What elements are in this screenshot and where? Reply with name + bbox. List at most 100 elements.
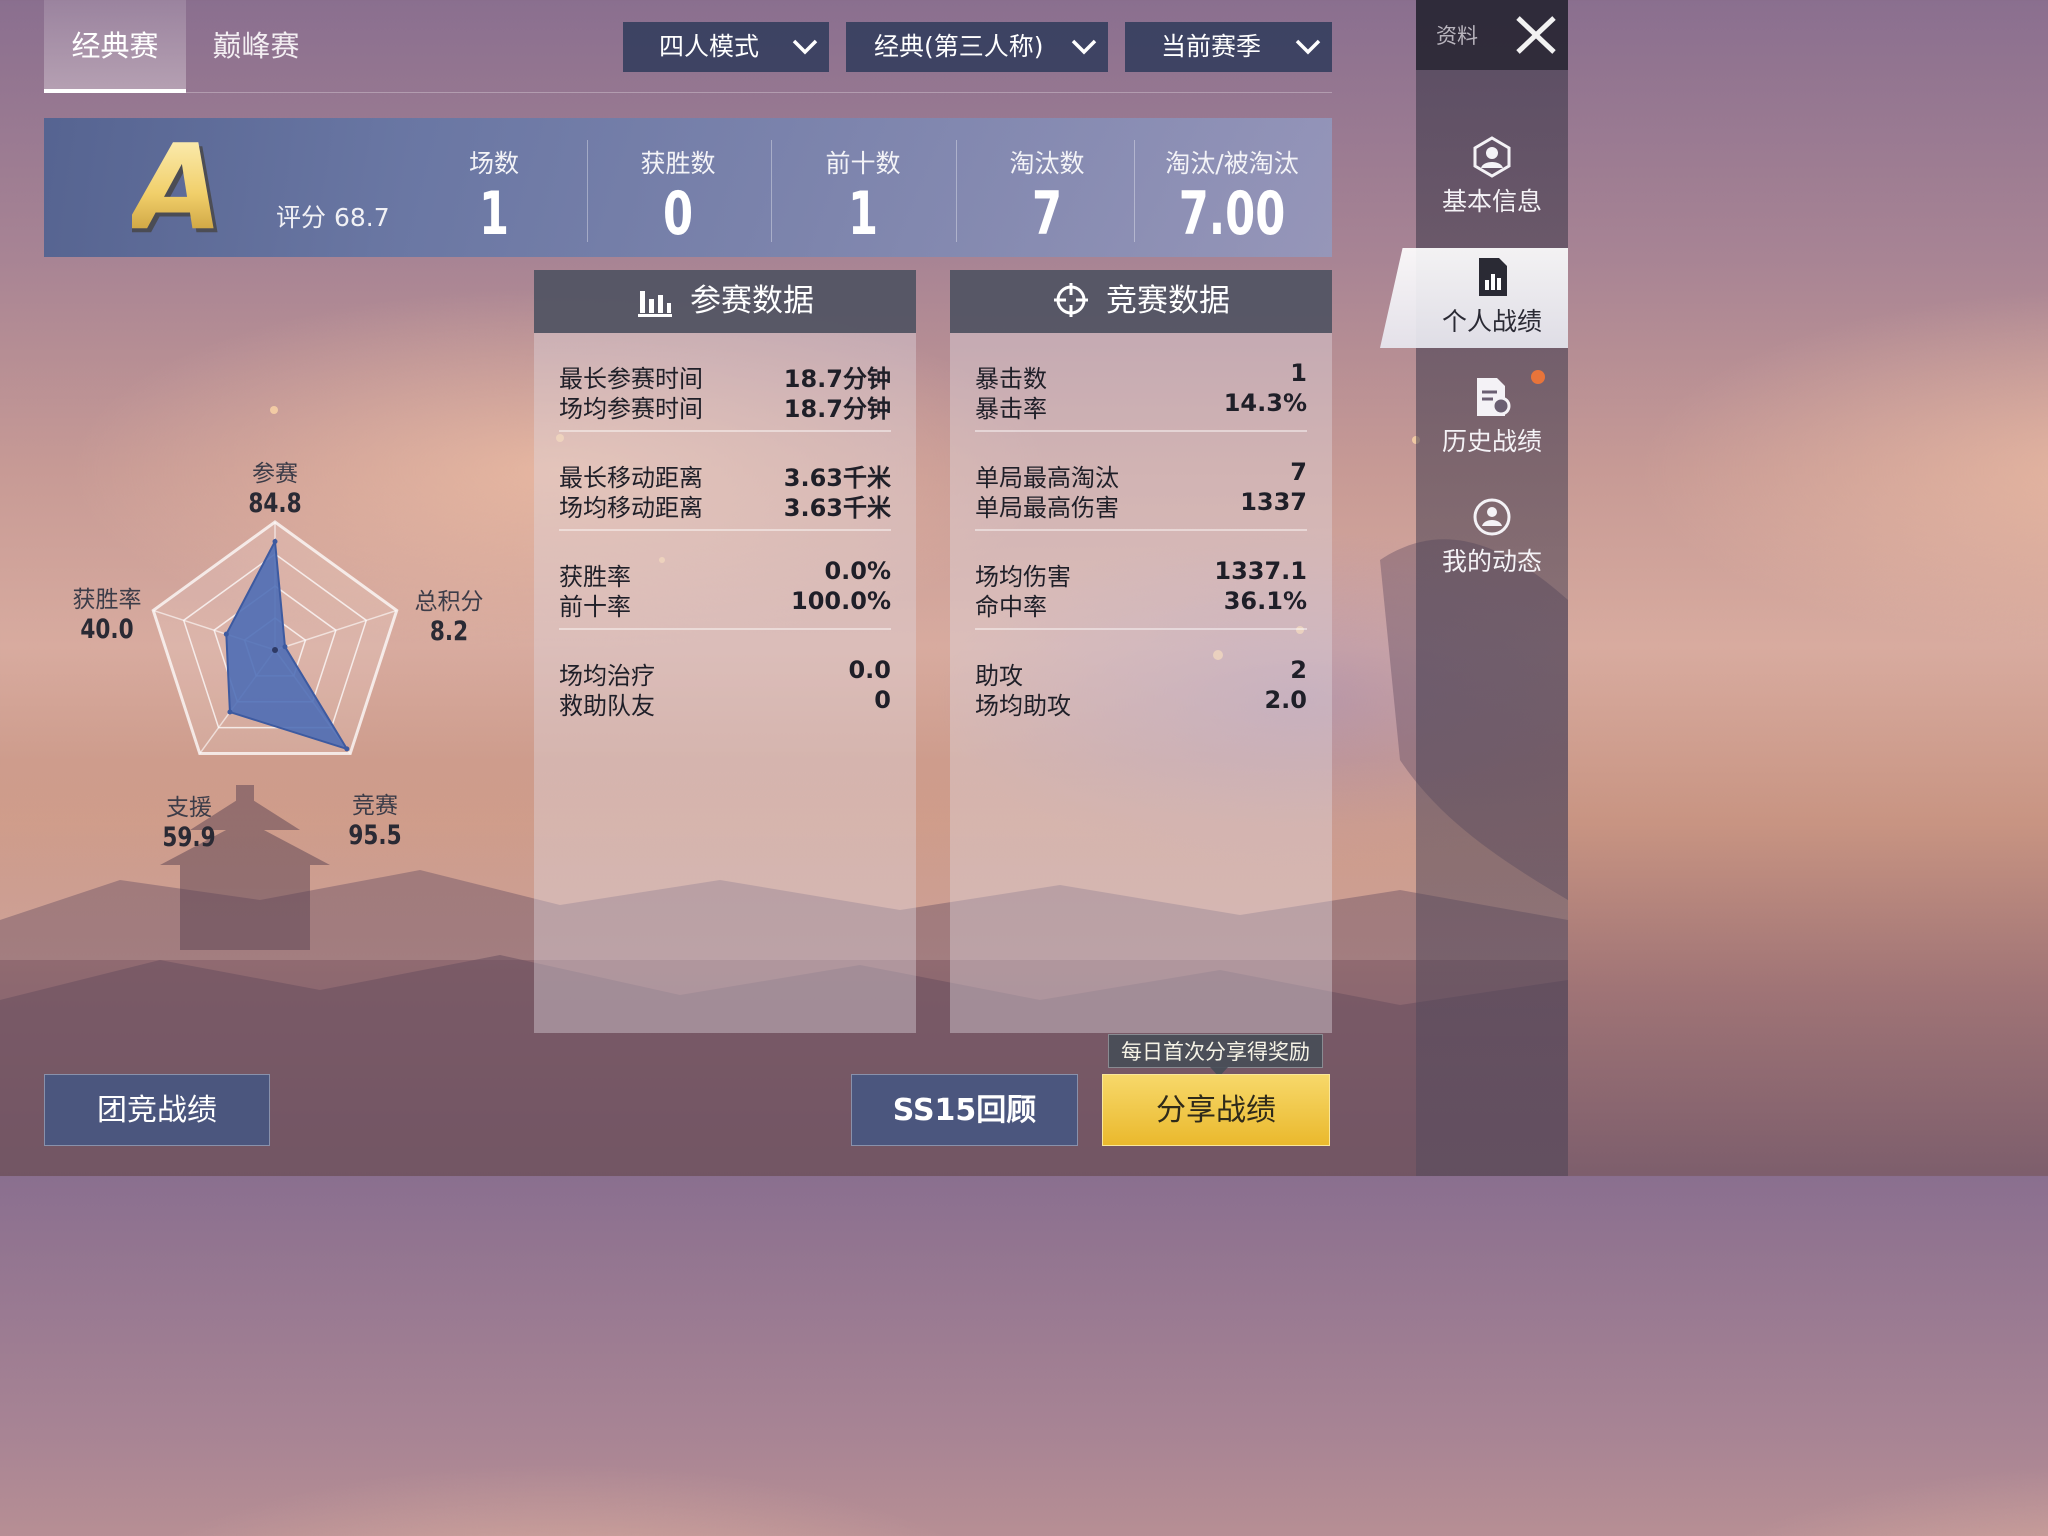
stat-row: 暴击率 14.3% (975, 389, 1307, 423)
stat-label: 前十数 (825, 149, 901, 178)
stat-row: 暴击数 1 (975, 359, 1307, 393)
stat-row: 获胜率 0.0% (559, 557, 891, 591)
stat-val: 0.0 (848, 656, 891, 684)
stat-value: 7.00 (1178, 179, 1286, 249)
season-dropdown[interactable]: 当前赛季 (1125, 22, 1332, 72)
tab-peak[interactable]: 巅峰赛 (186, 0, 326, 93)
stat-row: 最长参赛时间 18.7分钟 (559, 359, 891, 393)
perspective-dropdown[interactable]: 经典(第三人称) (846, 22, 1108, 72)
perspective-value: 经典(第三人称) (874, 32, 1044, 61)
stat-val: 3.63千米 (783, 494, 891, 522)
stat-key: 暴击率 (975, 395, 1047, 423)
stat-row: 救助队友 0 (559, 686, 891, 720)
sidebar-item-personal-stats[interactable]: 个人战绩 (1380, 248, 1568, 348)
stat-group: 场均伤害 1337.1 命中率 36.1% (975, 531, 1307, 630)
stat-row: 场均助攻 2.0 (975, 686, 1307, 720)
stat-label: 淘汰数 (1009, 149, 1085, 178)
radar-label-support: 支援 59.9 (162, 795, 216, 853)
stat-divider (587, 140, 588, 242)
stat-row: 场均移动距离 3.63千米 (559, 488, 891, 522)
sidebar-item-history[interactable]: 历史战绩 (1416, 376, 1568, 486)
stat-kills: 淘汰数 7 (987, 118, 1107, 257)
stat-val: 0.0% (824, 557, 891, 585)
sidebar-item-my-activity[interactable]: 我的动态 (1416, 496, 1568, 606)
stats-doc-icon (1479, 258, 1507, 296)
radar-label-win-rate: 获胜率 40.0 (72, 587, 142, 645)
stat-label: 淘汰/被淘汰 (1165, 149, 1299, 178)
close-icon[interactable] (1512, 12, 1560, 58)
stat-group: 最长移动距离 3.63千米 场均移动距离 3.63千米 (559, 432, 891, 531)
stat-value: 0 (662, 179, 694, 249)
radar-data-point (272, 538, 278, 544)
stat-key: 单局最高伤害 (975, 494, 1119, 522)
stat-val: 0 (874, 686, 891, 714)
sidebar-item-label: 个人战绩 (1441, 307, 1542, 336)
radar-center-dot (272, 647, 278, 653)
stat-key: 前十率 (559, 593, 631, 621)
chevron-down-icon (1071, 39, 1097, 55)
panel-header: 竞赛数据 (950, 270, 1332, 333)
stat-group: 场均治疗 0.0 救助队友 0 (559, 630, 891, 729)
team-mode-dropdown[interactable]: 四人模式 (623, 22, 829, 72)
bar-chart-icon (638, 290, 672, 317)
stat-value: 7 (1031, 179, 1063, 249)
share-reward-tip: 每日首次分享得奖励 (1108, 1034, 1323, 1068)
activity-icon (1473, 498, 1511, 536)
stat-key: 命中率 (975, 593, 1047, 621)
sidebar-item-label: 基本信息 (1441, 187, 1542, 216)
panel-header: 参赛数据 (534, 270, 916, 333)
stat-key: 场均助攻 (975, 692, 1071, 720)
stat-group: 单局最高淘汰 7 单局最高伤害 1337 (975, 432, 1307, 531)
stat-key: 救助队友 (559, 692, 655, 720)
radar-label-combat: 竞赛 95.5 (348, 793, 402, 851)
radar-data-point (227, 709, 233, 715)
stat-divider (771, 140, 772, 242)
stat-key: 场均移动距离 (559, 494, 703, 522)
participation-data-panel: 参赛数据 最长参赛时间 18.7分钟 场均参赛时间 18.7分钟 最长移动距离 3.6… (534, 270, 916, 1033)
tab-classic[interactable]: 经典赛 (44, 0, 186, 93)
ability-radar: 参赛 84.8 总积分 8.2 竞赛 95.5 支援 59.9 获胜率 40.0 (40, 440, 510, 870)
stat-value: 1 (478, 179, 510, 249)
sidebar-header-title: 资料 (1436, 24, 1478, 48)
stat-divider (956, 140, 957, 242)
svg-text:A: A (132, 124, 223, 244)
sidebar-item-label: 我的动态 (1441, 547, 1542, 576)
sidebar-item-label: 历史战绩 (1441, 427, 1542, 456)
stat-val: 7 (1290, 458, 1307, 486)
crosshair-icon (1054, 282, 1088, 317)
history-doc-icon (1477, 378, 1511, 416)
radar-label-total-score: 总积分 8.2 (414, 589, 484, 647)
stat-val: 1 (1290, 359, 1307, 387)
share-stats-button[interactable]: 分享战绩 (1102, 1074, 1330, 1146)
panel-title: 参赛数据 (690, 283, 814, 319)
stat-row: 场均参赛时间 18.7分钟 (559, 389, 891, 423)
stat-row: 单局最高淘汰 7 (975, 458, 1307, 492)
stat-key: 场均参赛时间 (559, 395, 703, 423)
stat-row: 场均伤害 1337.1 (975, 557, 1307, 591)
radar-data-point (282, 644, 288, 650)
stat-group: 获胜率 0.0% 前十率 100.0% (559, 531, 891, 630)
stat-val: 18.7分钟 (783, 395, 891, 423)
sidebar-item-basic-info[interactable]: 基本信息 (1416, 136, 1568, 246)
radar-data-point (344, 746, 350, 752)
combat-data-panel: 竞赛数据 暴击数 1 暴击率 14.3% 单局最高淘汰 7 单局最高伤害 1337 场均… (950, 270, 1332, 1033)
radar-data-point (223, 631, 229, 637)
rating-score: 评分 68.7 (276, 203, 390, 232)
season-review-button[interactable]: SS15回顾 (851, 1074, 1078, 1146)
chevron-down-icon (1295, 39, 1321, 55)
sidebar-header: 资料 (1416, 0, 1568, 70)
stat-wins: 获胜数 0 (618, 118, 738, 257)
team-stats-button[interactable]: 团竞战绩 (44, 1074, 270, 1146)
stat-row: 助攻 2 (975, 656, 1307, 690)
stat-val: 36.1% (1223, 587, 1307, 615)
stat-label: 场数 (468, 149, 519, 178)
stat-top10: 前十数 1 (803, 118, 923, 257)
radar-label-participation: 参赛 84.8 (248, 461, 302, 519)
stat-value: 1 (847, 179, 879, 249)
stat-label: 获胜数 (640, 149, 716, 178)
stat-group: 最长参赛时间 18.7分钟 场均参赛时间 18.7分钟 (559, 333, 891, 432)
stat-matches: 场数 1 (434, 118, 554, 257)
notification-dot (1531, 370, 1545, 384)
stat-divider (1134, 140, 1135, 242)
stat-row: 最长移动距离 3.63千米 (559, 458, 891, 492)
